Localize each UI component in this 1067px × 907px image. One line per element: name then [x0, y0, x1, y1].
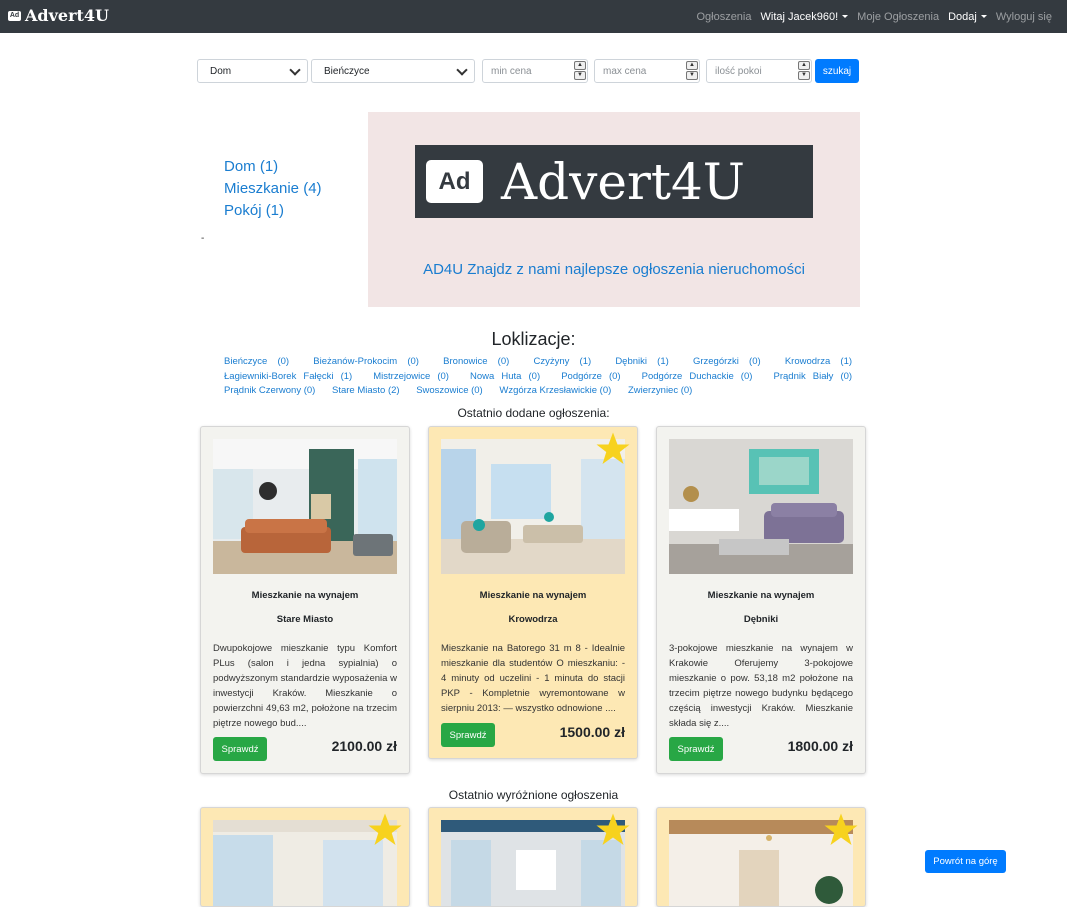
max-price-stepper[interactable]: ▲ ▼ — [686, 61, 698, 81]
listing-photo[interactable] — [213, 439, 397, 574]
hero-logo-badge: Ad — [438, 167, 471, 195]
listing-location: Stare Miasto — [276, 614, 334, 625]
separator-dash: - — [201, 233, 205, 244]
listing-title: Mieszkanie na wynajem — [251, 590, 359, 601]
hero-tagline[interactable]: AD4U Znajdz z nami najlepsze ogłoszenia … — [368, 261, 860, 278]
rooms-stepper[interactable]: ▲ ▼ — [798, 61, 810, 81]
nav-user-dropdown[interactable]: Witaj Jacek960! — [761, 11, 849, 23]
location-link[interactable]: Bieńczyce (0) — [224, 356, 289, 367]
category-link-pokoj[interactable]: Pokój (1) — [224, 200, 322, 222]
location-link[interactable]: Podgórze Duchackie (0) — [642, 371, 753, 382]
featured-card — [656, 807, 866, 907]
nav-moje-ogloszenia[interactable]: Moje Ogłoszenia — [857, 11, 939, 23]
listing-card: Mieszkanie na wynajem Dębniki 3-pokojowe… — [656, 426, 866, 774]
min-price-input[interactable]: min cena ▲ ▼ — [482, 59, 588, 83]
location-link[interactable]: Swoszowice (0) — [416, 385, 483, 396]
location-link[interactable]: Zwierzyniec (0) — [628, 385, 692, 396]
listing-description: 3-pokojowe mieszkanie na wynajem w Krako… — [669, 643, 853, 729]
location-link[interactable]: Prądnik Biały (0) — [774, 371, 853, 382]
check-button[interactable]: Sprawdź — [669, 737, 723, 761]
nav-ogloszenia[interactable]: Ogłoszenia — [696, 11, 751, 23]
listing-card-featured: Mieszkanie na wynajem Krowodrza Mieszkan… — [428, 426, 638, 759]
listing-card: Mieszkanie na wynajem Stare Miasto Dwupo… — [200, 426, 410, 774]
listing-location: Krowodrza — [508, 614, 558, 625]
location-link[interactable]: Dębniki (1) — [615, 356, 668, 367]
min-price-placeholder: min cena — [491, 65, 532, 77]
listing-title: Mieszkanie na wynajem — [707, 590, 815, 601]
stepper-down-icon[interactable]: ▼ — [574, 71, 586, 80]
brand-logo-icon: Ad — [8, 10, 21, 21]
star-icon — [596, 813, 630, 845]
stepper-down-icon[interactable]: ▼ — [686, 71, 698, 80]
max-price-input[interactable]: max cena ▲ ▼ — [594, 59, 700, 83]
nav-user-label: Witaj Jacek960! — [760, 10, 839, 23]
listing-price: 1500.00 zł — [559, 724, 625, 740]
chevron-down-icon — [456, 64, 468, 76]
category-list: Dom (1) Mieszkanie (4) Pokój (1) — [224, 156, 322, 222]
location-link[interactable]: Prądnik Czerwony (0) — [224, 385, 315, 396]
featured-card — [428, 807, 638, 907]
ad-logo-icon: Ad — [426, 160, 483, 203]
stepper-up-icon[interactable]: ▲ — [798, 61, 810, 70]
listing-title: Mieszkanie na wynajem — [479, 590, 587, 601]
search-button[interactable]: szukaj — [815, 59, 859, 83]
navbar: Ad Advert4U Ogłoszenia Witaj Jacek960! M… — [0, 0, 1067, 33]
listing-price: 2100.00 zł — [331, 738, 397, 754]
featured-title: Ostatnio wyróżnione ogłoszenia — [448, 788, 619, 802]
nav-links: Ogłoszenia Witaj Jacek960! Moje Ogłoszen… — [687, 0, 1052, 33]
brand-name: Advert4U — [25, 6, 109, 25]
chevron-down-icon — [289, 64, 301, 76]
location-select-value: Bieńczyce — [324, 65, 370, 77]
chevron-down-icon — [842, 15, 849, 19]
location-link[interactable]: Mistrzejowice (0) — [373, 371, 449, 382]
location-link[interactable]: Krowodrza (1) — [785, 356, 852, 367]
listing-description: Dwupokojowe mieszkanie typu Komfort PLus… — [213, 643, 397, 729]
stepper-up-icon[interactable]: ▲ — [574, 61, 586, 70]
location-link[interactable]: Nowa Huta (0) — [470, 371, 540, 382]
star-icon — [824, 813, 858, 845]
hero-logo-text: Advert4U — [501, 152, 745, 211]
min-price-stepper[interactable]: ▲ ▼ — [574, 61, 586, 81]
location-link[interactable]: Czyżyny (1) — [533, 356, 591, 367]
type-select-value: Dom — [210, 65, 232, 77]
hero-logo: Ad Advert4U — [415, 145, 813, 218]
stepper-up-icon[interactable]: ▲ — [686, 61, 698, 70]
nav-dodaj-label: Dodaj — [948, 10, 977, 23]
category-link-mieszkanie[interactable]: Mieszkanie (4) — [224, 178, 322, 200]
featured-card — [200, 807, 410, 907]
type-select[interactable]: Dom — [197, 59, 308, 83]
star-icon — [368, 813, 402, 845]
location-link[interactable]: Wzgórza Krzesławickie (0) — [499, 385, 611, 396]
category-link-dom[interactable]: Dom (1) — [224, 156, 322, 178]
listing-photo[interactable] — [669, 439, 853, 574]
rooms-input[interactable]: ilość pokoi ▲ ▼ — [706, 59, 812, 83]
stepper-down-icon[interactable]: ▼ — [798, 71, 810, 80]
recent-title: Ostatnio dodane ogłoszenia: — [457, 406, 610, 420]
location-link[interactable]: Bronowice (0) — [443, 356, 509, 367]
back-to-top-button[interactable]: Powrót na górę — [925, 850, 1006, 873]
max-price-placeholder: max cena — [603, 65, 647, 77]
location-link[interactable]: Łagiewniki-Borek Fałęcki (1) — [224, 371, 352, 382]
chevron-down-icon — [980, 15, 987, 19]
location-link[interactable]: Grzegórzki (0) — [693, 356, 761, 367]
star-icon — [596, 432, 630, 464]
location-select[interactable]: Bieńczyce — [311, 59, 475, 83]
location-link[interactable]: Podgórze (0) — [561, 371, 620, 382]
rooms-placeholder: ilość pokoi — [715, 65, 762, 77]
listing-location: Dębniki — [743, 614, 779, 625]
location-link[interactable]: Stare Miasto (2) — [332, 385, 400, 396]
check-button[interactable]: Sprawdź — [213, 737, 267, 761]
brand-link[interactable]: Ad Advert4U — [8, 6, 109, 25]
nav-dodaj-dropdown[interactable]: Dodaj — [948, 11, 987, 23]
hero-banner: Ad Advert4U AD4U Znajdz z nami najlepsze… — [368, 112, 860, 307]
brand-badge-text: Ad — [9, 12, 20, 19]
location-link[interactable]: Bieżanów-Prokocim (0) — [313, 356, 419, 367]
nav-wyloguj[interactable]: Wyloguj się — [996, 11, 1052, 23]
check-button[interactable]: Sprawdź — [441, 723, 495, 747]
listing-description: Mieszkanie na Batorego 31 m 8 - Idealnie… — [441, 643, 625, 714]
locations-title: Loklizacje: — [491, 329, 576, 349]
listing-price: 1800.00 zł — [787, 738, 853, 754]
locations-list: Bieńczyce (0) Bieżanów-Prokocim (0) Bron… — [224, 355, 866, 399]
